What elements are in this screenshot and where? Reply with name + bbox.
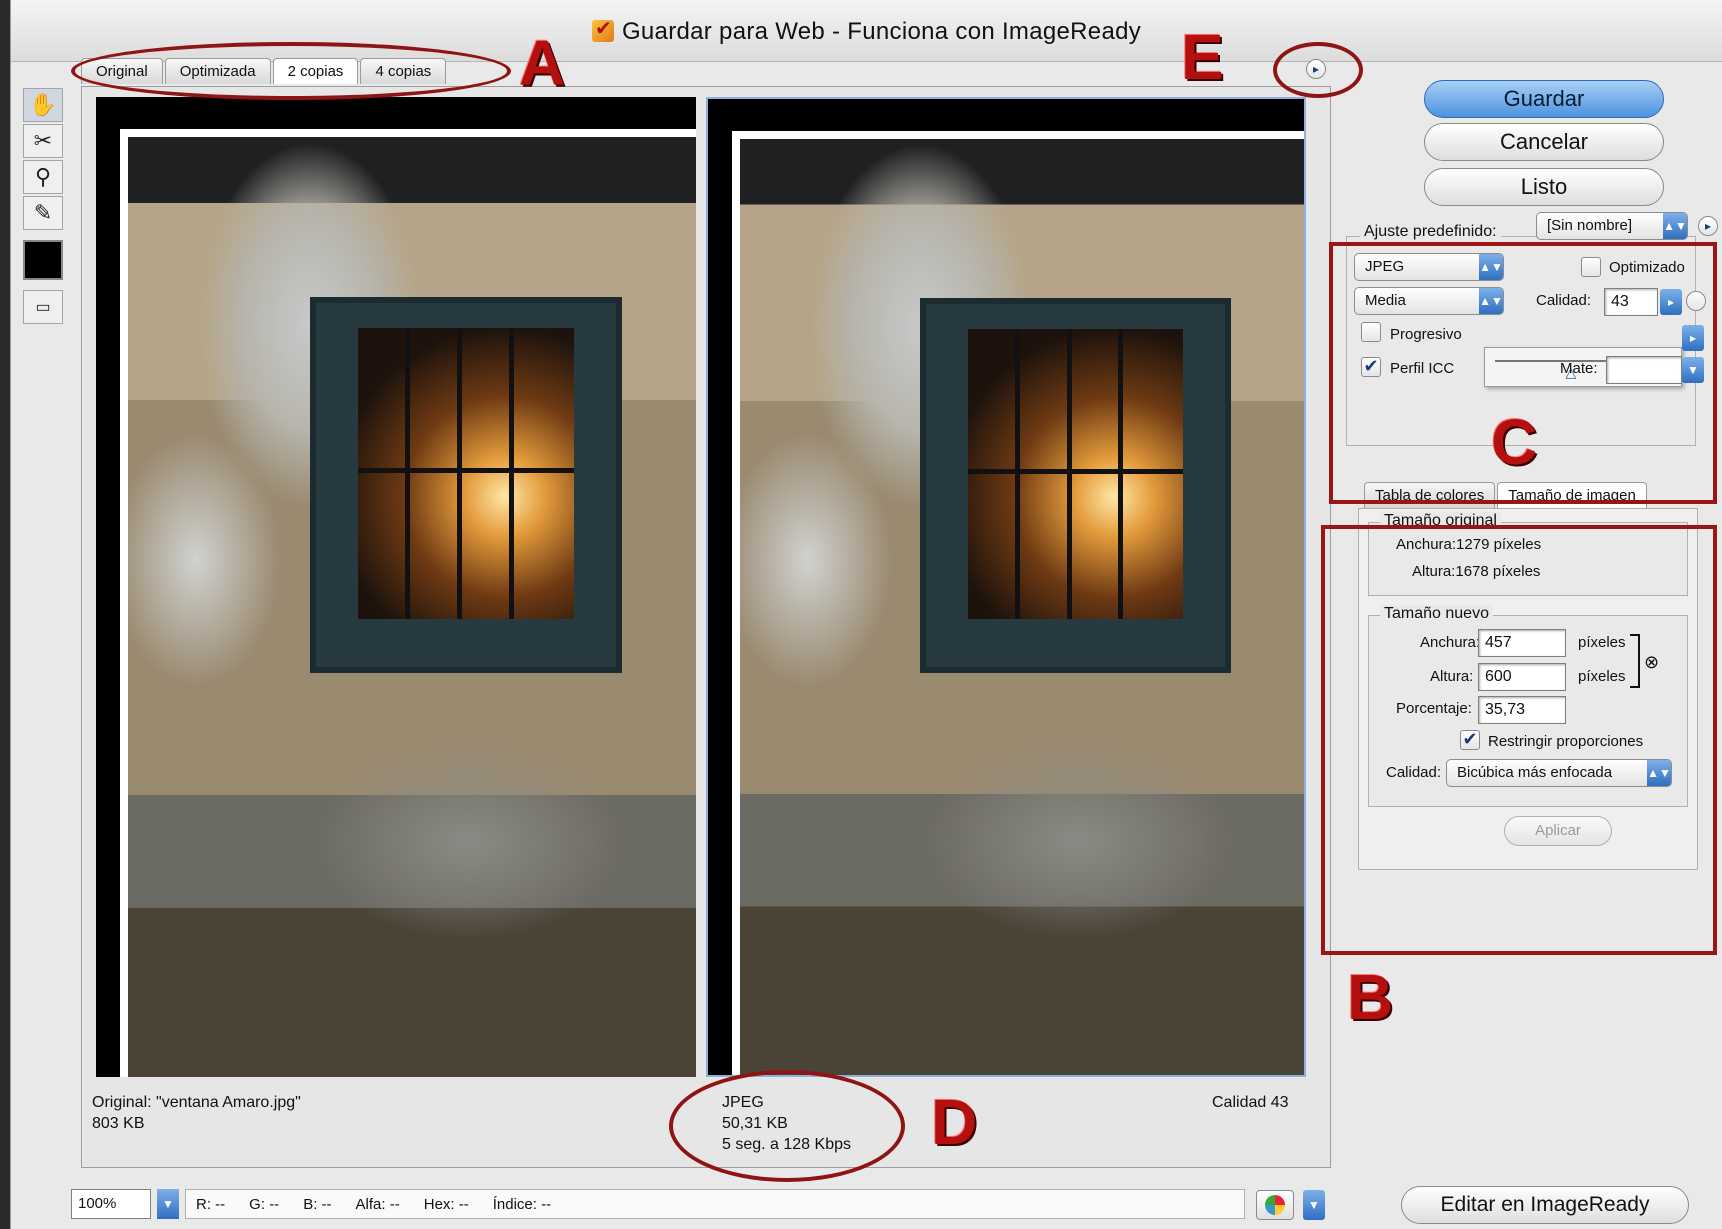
annotation-ellipse-a <box>71 42 511 100</box>
toggle-slices-icon[interactable]: ▭ <box>23 290 63 324</box>
preset-label: Ajuste predefinido: <box>1360 223 1501 241</box>
zoom-level-field[interactable]: 100% <box>71 1189 151 1219</box>
window-bar <box>457 328 463 620</box>
window-bar <box>1015 329 1021 620</box>
readout-value: -- <box>541 1195 552 1213</box>
annotation-letter-e: E <box>1181 21 1224 93</box>
window-glass <box>357 328 575 620</box>
photo-frame <box>732 131 1304 1075</box>
readout-b: B: -- <box>303 1196 331 1213</box>
preview-image <box>740 139 1304 1075</box>
window-glass <box>968 329 1183 620</box>
eyedropper-icon[interactable]: ✎ <box>23 196 63 230</box>
color-readout: R: -- G: -- B: -- Alfa: -- Hex: -- Índic… <box>185 1189 1245 1219</box>
preview-area: Original: "ventana Amaro.jpg" 803 KB JPE… <box>81 86 1331 1168</box>
original-preview-pane[interactable] <box>96 97 696 1077</box>
readout-index: Índice: -- <box>493 1196 551 1213</box>
readout-hex: Hex: -- <box>424 1196 469 1213</box>
optimize-menu-icon[interactable]: ▸ <box>1698 216 1718 236</box>
preview-image <box>128 137 696 1077</box>
window-shape <box>309 296 623 673</box>
annotation-letter-b: B <box>1347 961 1394 1033</box>
save-for-web-dialog: Guardar para Web - Funciona con ImageRea… <box>10 0 1722 1229</box>
status-bar: 100% ▼ R: -- G: -- B: -- Alfa: -- Hex: -… <box>71 1188 1245 1220</box>
original-info: Original: "ventana Amaro.jpg" 803 KB <box>92 1092 301 1134</box>
cancel-button[interactable]: Cancelar <box>1424 123 1664 161</box>
annotation-letter-d: D <box>931 1086 978 1158</box>
photo-frame <box>120 129 696 1077</box>
readout-value: -- <box>389 1195 400 1213</box>
readout-alpha: Alfa: -- <box>356 1196 400 1213</box>
optimize-menu-icon[interactable]: ▸ <box>1306 59 1326 79</box>
imageready-icon <box>591 16 614 42</box>
save-button[interactable]: Guardar <box>1424 80 1664 118</box>
window-bar <box>1066 329 1072 620</box>
window-bar <box>509 328 515 620</box>
readout-label: G: <box>249 1195 266 1213</box>
original-filesize: 803 KB <box>92 1115 145 1132</box>
chevron-down-icon[interactable]: ▼ <box>157 1189 179 1219</box>
preset-value: [Sin nombre] <box>1547 217 1633 234</box>
done-button[interactable]: Listo <box>1424 168 1664 206</box>
readout-label: Alfa: <box>355 1195 386 1213</box>
hand-icon[interactable]: ✋ <box>23 88 63 122</box>
annotation-letter-c: C <box>1491 406 1538 478</box>
readout-label: B: <box>303 1195 318 1213</box>
window-bar <box>968 468 1183 474</box>
annotation-ellipse-d <box>669 1070 905 1182</box>
readout-r: R: -- <box>196 1196 225 1213</box>
preview-in-browser-button[interactable] <box>1256 1190 1294 1220</box>
readout-value: -- <box>269 1195 280 1213</box>
original-filename: Original: "ventana Amaro.jpg" <box>92 1094 301 1111</box>
zoom-icon[interactable]: ⚲ <box>23 160 63 194</box>
preset-select[interactable]: [Sin nombre] ▲▼ <box>1536 212 1688 240</box>
readout-g: G: -- <box>249 1196 279 1213</box>
slice-select-icon[interactable]: ✂ <box>23 124 63 158</box>
annotation-letter-a: A <box>519 27 566 99</box>
window-title-text: Guardar para Web - Funciona con ImageRea… <box>621 18 1142 45</box>
readout-label: Índice: <box>492 1195 537 1213</box>
window-bar <box>357 468 575 474</box>
optimized-quality-info: Calidad 43 <box>1212 1094 1289 1111</box>
chevron-down-icon: ▲▼ <box>1663 213 1687 239</box>
readout-label: Hex: <box>423 1195 455 1213</box>
optimized-preview-pane[interactable] <box>706 97 1306 1077</box>
readout-label: R: <box>196 1195 211 1213</box>
toolbox: ✋ ✂ ⚲ ✎ ▭ <box>23 88 67 326</box>
window-shape <box>920 298 1231 673</box>
readout-value: -- <box>321 1195 332 1213</box>
annotation-box-b <box>1321 525 1717 955</box>
window-bar <box>405 328 411 620</box>
edit-in-imageready-button[interactable]: Editar en ImageReady <box>1401 1186 1689 1224</box>
window-bar <box>1118 329 1124 620</box>
eyedropper-color-swatch[interactable] <box>23 240 63 280</box>
readout-value: -- <box>458 1195 469 1213</box>
chevron-down-icon[interactable]: ▼ <box>1303 1190 1325 1220</box>
readout-value: -- <box>215 1195 226 1213</box>
browser-globe-icon <box>1265 1195 1285 1215</box>
